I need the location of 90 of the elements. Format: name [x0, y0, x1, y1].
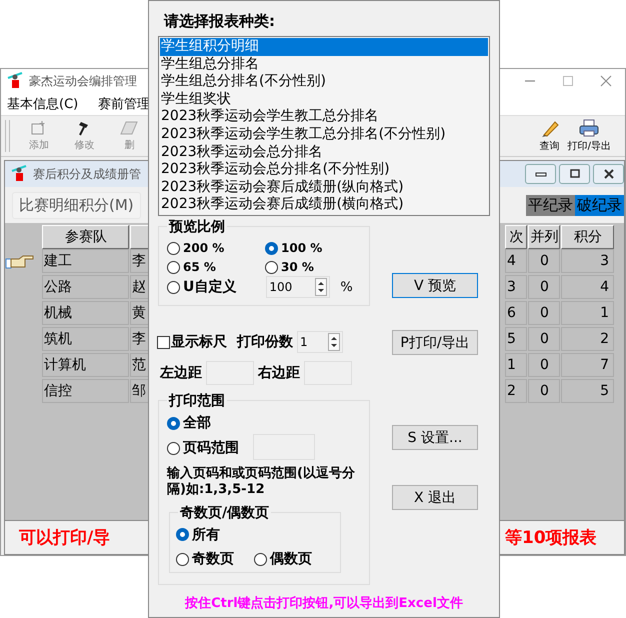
table-cell: 0	[528, 353, 560, 377]
radio-button[interactable]: 偶数页	[254, 550, 312, 568]
list-item[interactable]: 2023秋季运动会总分排名(不分性别)	[160, 161, 488, 179]
group-title: 奇数页/偶数页	[178, 504, 272, 522]
table-cell: 3	[561, 249, 614, 273]
list-item[interactable]: 学生组总分排名(不分性别)	[160, 73, 488, 91]
table-cell: 计算机	[42, 353, 129, 377]
status-text: 可以打印/导	[18, 527, 110, 549]
table-cell: 5	[561, 379, 614, 403]
copies-label: 打印份数	[237, 333, 293, 351]
table-cell: 2	[505, 379, 527, 403]
list-item[interactable]: 2023秋季运动会总分排名	[160, 144, 488, 162]
column-header[interactable]: 参赛队	[42, 225, 129, 249]
window-title: 豪杰运动会编排管理	[29, 72, 137, 90]
footer-hint: 按住Ctrl键点击打印按钮,可以导出到Excel文件	[184, 594, 464, 612]
dialog-button[interactable]: X 退出	[392, 485, 478, 510]
column-header[interactable]: 并列	[528, 225, 560, 249]
spin-arrows-icon[interactable]	[315, 278, 328, 296]
table-cell: 建工	[42, 249, 129, 273]
column-header[interactable]: 次	[505, 225, 527, 249]
margin-label: 左边距	[160, 364, 202, 382]
list-item[interactable]: 学生组积分明细	[160, 38, 488, 56]
app-icon	[11, 165, 29, 183]
window-title: 赛后积分及成绩册管	[33, 166, 141, 182]
radio-button[interactable]: 65 %	[167, 260, 265, 274]
table-cell: 信控	[42, 379, 129, 403]
table-cell: 4	[561, 275, 614, 299]
radio-button[interactable]: 奇数页	[176, 550, 234, 568]
list-item[interactable]: 2023秋季运动会赛后成绩册(纵向格式)	[160, 178, 488, 196]
list-item[interactable]: 学生组奖状	[160, 90, 488, 108]
record-legend: 平纪录	[526, 194, 575, 216]
radio-button[interactable]: U自定义	[167, 278, 236, 296]
report-list[interactable]: 学生组积分明细 学生组总分排名 学生组总分排名(不分性别) 学生组奖状 2023秋季运动会学生教工总分排名 2023秋季运动会学生教工总分排名(不分性别) 2023秋季运动会总分排名 2023秋季运动会总分排名(不分性别) 2023秋季运动会赛后成绩册(纵向格式) 2023秋季运动会赛后成绩册(横向格式)	[158, 36, 490, 216]
spin-field[interactable]: 1	[297, 331, 343, 353]
table-cell: 0	[528, 327, 560, 351]
table-cell: 0	[528, 275, 560, 299]
radio-button[interactable]: 30 %	[265, 260, 361, 274]
radio-button[interactable]: 200 %	[167, 241, 265, 255]
table-cell: 机械	[42, 301, 129, 325]
minimize-icon	[534, 170, 546, 178]
close-button[interactable]	[593, 164, 624, 184]
checkbox[interactable]: 显示标尺	[157, 333, 227, 351]
close-icon[interactable]	[600, 75, 612, 87]
table-cell: 1	[505, 353, 527, 377]
pencil-icon	[540, 119, 560, 137]
hint-text: 输入页码和或页码范围(以逗号分隔)如:1,3,5-12	[167, 466, 356, 498]
prompt-label: 请选择报表种类:	[164, 12, 276, 31]
list-item[interactable]: 2023秋季运动会赛后成绩册(横向格式)	[160, 196, 488, 214]
table-cell: 公路	[42, 275, 129, 299]
table-cell: 5	[505, 327, 527, 351]
list-item[interactable]: 2023秋季运动会学生教工总分排名(不分性别)	[160, 126, 488, 144]
dialog-button[interactable]: S 设置...	[392, 425, 478, 450]
list-item[interactable]: 学生组总分排名	[160, 56, 488, 74]
table-cell: 7	[561, 353, 614, 377]
spin-field[interactable]: 100	[266, 276, 330, 298]
spin-arrows-icon[interactable]	[328, 333, 340, 351]
app-icon	[7, 72, 25, 90]
table-cell: 0	[528, 249, 560, 273]
radio-button[interactable]: 全部	[167, 414, 211, 432]
restore-icon	[568, 169, 580, 179]
table-cell: 2	[561, 327, 614, 351]
column-header[interactable]: 积分	[561, 225, 614, 249]
list-item[interactable]: 2023秋季运动会学生教工总分排名	[160, 108, 488, 126]
printer-icon	[578, 119, 600, 137]
radio-button[interactable]: 页码范围	[167, 439, 239, 457]
minimize-button[interactable]	[525, 164, 556, 184]
tab-button[interactable]: 比赛明细积分(M)	[12, 192, 141, 218]
toolbar-button[interactable]: 查询	[540, 118, 560, 154]
group-title: 预览比例	[167, 218, 227, 236]
table-cell: 筑机	[42, 327, 129, 351]
table-cell: 0	[528, 301, 560, 325]
dialog-button[interactable]: P打印/导出	[392, 330, 478, 355]
eraser-icon	[120, 120, 138, 136]
table-cell: 4	[505, 249, 527, 273]
status-text: 等10项报表	[505, 527, 597, 549]
table-cell: 0	[528, 379, 560, 403]
radio-button[interactable]: 所有	[176, 526, 220, 544]
close-icon	[602, 169, 614, 179]
dialog-button[interactable]: V 预览	[392, 273, 478, 298]
record-legend: 破纪录	[575, 194, 624, 216]
radio-button[interactable]: 100 %	[265, 241, 361, 255]
restore-button[interactable]	[559, 164, 590, 184]
table-cell: 6	[505, 301, 527, 325]
toolbar-button[interactable]: 打印/导出	[568, 118, 611, 154]
margin-label: 右边距	[258, 364, 300, 382]
table-cell: 3	[505, 275, 527, 299]
unit-label: %	[340, 280, 353, 294]
menu-item[interactable]: 基本信息(C)	[7, 95, 78, 113]
group-title: 打印范围	[167, 392, 227, 410]
table-cell: 1	[561, 301, 614, 325]
